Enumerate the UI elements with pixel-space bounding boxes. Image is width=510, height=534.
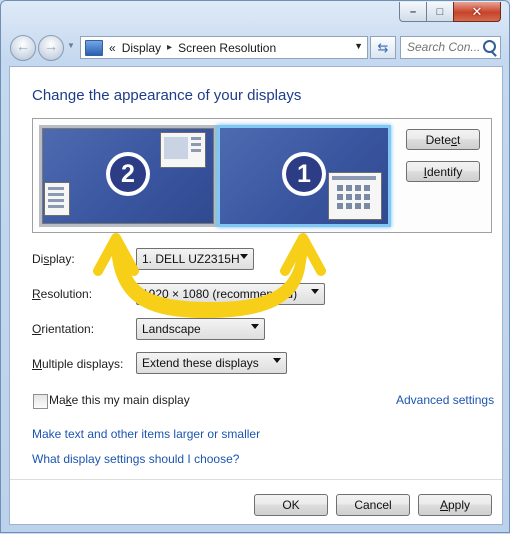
breadcrumb-separator[interactable]: ▸: [167, 42, 172, 53]
address-dropdown-icon[interactable]: ▼: [354, 41, 363, 51]
minimize-icon: –: [409, 5, 417, 18]
monitor-2[interactable]: 2: [39, 125, 217, 227]
forward-button[interactable]: →: [38, 35, 64, 61]
search-box[interactable]: [400, 36, 501, 59]
search-input[interactable]: [401, 37, 483, 56]
chevron-down-icon: [311, 289, 319, 294]
identify-button[interactable]: Identify: [406, 161, 480, 182]
address-bar[interactable]: « Display ▸ Screen Resolution ▼: [80, 36, 368, 59]
monitor-2-badge: 2: [106, 152, 150, 196]
maximize-button[interactable]: □: [426, 2, 454, 22]
apply-button[interactable]: Apply: [418, 494, 492, 516]
window-thumbnail-icon: [160, 132, 206, 168]
content-panel: Change the appearance of your displays 2: [9, 66, 503, 525]
display-select[interactable]: 1. DELL UZ2315H: [136, 248, 254, 270]
refresh-button[interactable]: ⇆: [370, 36, 396, 59]
start-menu-thumbnail-icon: [328, 172, 382, 220]
multiple-displays-select[interactable]: Extend these displays: [136, 352, 287, 374]
resolution-label: Resolution:: [32, 287, 93, 301]
breadcrumb-display[interactable]: Display: [122, 41, 161, 55]
chevron-down-icon: [251, 324, 259, 329]
resolution-select[interactable]: 1920 × 1080 (recommended): [136, 283, 325, 305]
sidebar-thumbnail-icon: [44, 182, 70, 216]
display-settings-help-link[interactable]: What display settings should I choose?: [32, 452, 239, 466]
recent-pages-dropdown-icon[interactable]: ▼: [67, 41, 75, 50]
close-button[interactable]: ✕: [453, 2, 501, 22]
multiple-displays-label: Multiple displays:: [32, 357, 124, 371]
minimize-button[interactable]: –: [399, 2, 427, 22]
close-icon: ✕: [471, 3, 483, 19]
display-label: Display:: [32, 252, 75, 266]
advanced-settings-link[interactable]: Advanced settings: [396, 393, 494, 407]
breadcrumb-screen-resolution[interactable]: Screen Resolution: [178, 41, 276, 55]
forward-arrow-icon: →: [44, 38, 58, 54]
main-display-label[interactable]: Make this my main display: [49, 393, 190, 407]
monitor-1-badge: 1: [282, 152, 326, 196]
monitor-1[interactable]: 1: [217, 125, 391, 227]
chevron-down-icon: [273, 358, 281, 363]
footer-divider: [10, 479, 502, 480]
breadcrumb-overflow[interactable]: «: [109, 41, 116, 55]
search-icon[interactable]: [483, 40, 496, 53]
back-arrow-icon: ←: [16, 38, 30, 54]
detect-button[interactable]: Detect: [406, 129, 480, 150]
control-panel-icon: [85, 39, 103, 56]
orientation-label: Orientation:: [32, 322, 95, 336]
back-button[interactable]: ←: [10, 35, 36, 61]
display-arrangement[interactable]: 2 1 Detect Identify: [32, 118, 492, 233]
ok-button[interactable]: OK: [254, 494, 328, 516]
orientation-select[interactable]: Landscape: [136, 318, 265, 340]
window: – □ ✕ ← → ▼ « Display ▸ Screen Resolutio…: [0, 0, 510, 533]
main-display-checkbox[interactable]: [33, 394, 48, 409]
maximize-icon: □: [436, 5, 444, 18]
page-title: Change the appearance of your displays: [32, 87, 302, 104]
refresh-icon: ⇆: [377, 39, 389, 55]
chevron-down-icon: [240, 254, 248, 259]
text-size-link[interactable]: Make text and other items larger or smal…: [32, 427, 260, 441]
cancel-button[interactable]: Cancel: [336, 494, 410, 516]
